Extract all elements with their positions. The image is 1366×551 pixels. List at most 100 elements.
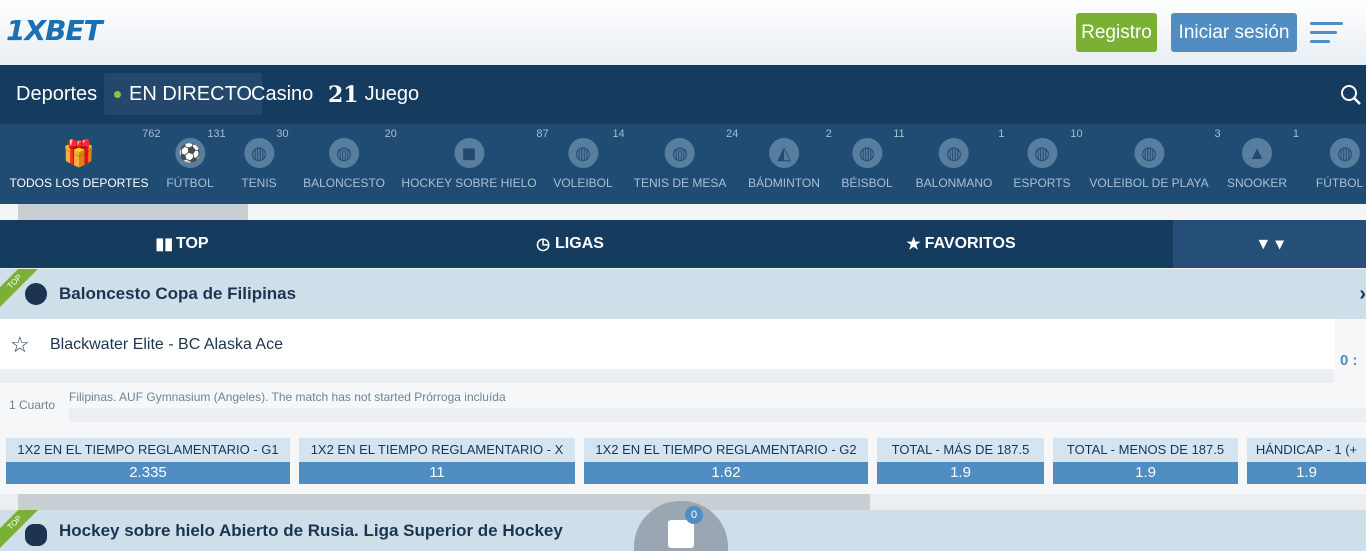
sport-count: 87 — [536, 128, 549, 140]
sport-count: 24 — [726, 128, 739, 140]
odd-label: TOTAL - MÁS DE 187.5 — [877, 438, 1044, 462]
main-nav: Deportes EN DIRECTO Casino 21 Juego — [0, 65, 1366, 124]
sport-icon: ◍ — [329, 138, 359, 168]
sport-icon: ◍ — [1026, 138, 1057, 168]
register-button[interactable]: Registro — [1076, 13, 1157, 52]
sport-item-11[interactable]: 3 ◍ VOLEIBOL DE PLAYA — [1089, 124, 1220, 204]
search-icon[interactable] — [1340, 84, 1362, 106]
sport-label: BÉISBOL — [841, 176, 893, 190]
odd-value: 2.335 — [129, 464, 167, 481]
odd-button[interactable]: 1X2 EN EL TIEMPO REGLAMENTARIO - X 11 — [299, 438, 575, 484]
sport-icon: ◍ — [851, 138, 882, 168]
sport-label: FÚTBOL S — [1315, 176, 1366, 190]
sport-item-13[interactable]: ◍ FÚTBOL S — [1316, 124, 1366, 204]
match-period: 1 Cuarto — [9, 398, 56, 412]
odd-value: 11 — [429, 464, 445, 481]
sport-count: 20 — [384, 128, 397, 140]
sport-item-3[interactable]: 20 ◍ BALONCESTO — [303, 124, 397, 204]
sports-scrollbar-thumb[interactable] — [18, 204, 248, 220]
sport-label: BALONCESTO — [303, 176, 385, 190]
hamburger-menu-icon[interactable] — [1310, 22, 1343, 44]
login-button[interactable]: Iniciar sesión — [1171, 13, 1297, 52]
tab-favoritos-label: FAVORITOS — [924, 235, 1016, 252]
sport-label: TENIS DE MESA — [633, 176, 727, 190]
sport-label: HOCKEY SOBRE HIELO — [401, 176, 537, 190]
odd-button[interactable]: 1X2 EN EL TIEMPO REGLAMENTARIO - G1 2.335 — [6, 438, 290, 484]
sport-icon: ◍ — [1329, 138, 1360, 168]
sport-item-10[interactable]: 10 ◍ ESPORTS — [1013, 124, 1082, 204]
bet-slip-icon — [668, 520, 694, 548]
odd-button[interactable]: TOTAL - MÁS DE 187.5 1.9 — [877, 438, 1044, 484]
nav-deportes[interactable]: Deportes — [16, 65, 97, 124]
sport-item-12[interactable]: 1 ▲ SNOOKER — [1226, 124, 1299, 204]
hockey-puck-icon — [25, 524, 47, 546]
sport-count: 131 — [207, 128, 226, 140]
bet-slip-count: 0 — [685, 506, 703, 524]
odd-label: TOTAL - MENOS DE 187.5 — [1053, 438, 1238, 462]
sport-label: FÚTBOL — [166, 176, 214, 190]
sport-count: 11 — [893, 128, 905, 140]
odd-label: 1X2 EN EL TIEMPO REGLAMENTARIO - G2 — [584, 438, 868, 462]
sport-count: 762 — [142, 128, 161, 140]
sport-icon: ◍ — [939, 138, 969, 168]
sport-icon: ◼ — [454, 138, 484, 168]
sport-item-5[interactable]: 14 ◍ VOLEIBOL — [553, 124, 624, 204]
sport-label: ESPORTS — [1013, 176, 1071, 190]
sport-icon: ◭ — [768, 138, 799, 168]
gift-icon: 🎁 — [62, 137, 96, 168]
tab-ligas[interactable]: ◷ LIGAS — [364, 220, 776, 268]
sport-label: VOLEIBOL — [553, 176, 613, 190]
sport-item-1[interactable]: 131 ⚽ FÚTBOL — [166, 124, 225, 204]
sports-strip: 762 🎁 TODOS LOS DEPORTES 131 ⚽ FÚTBOL 30 ◍ TENIS… — [0, 124, 1366, 204]
tabs-bar: ▮▮ TOP ◷ LIGAS ★ FAVORITOS ▼ ▾ — [0, 220, 1366, 268]
odd-value: 1.9 — [1135, 464, 1156, 481]
sport-label: VOLEIBOL DE PLAYA — [1089, 176, 1209, 190]
match-info: Filipinas. AUF Gymnasium (Angeles). The … — [69, 390, 506, 404]
nav-en-directo[interactable]: EN DIRECTO — [104, 73, 262, 115]
sport-icon: ▲ — [1241, 138, 1272, 168]
sport-item-9[interactable]: 1 ◍ BALONMANO — [916, 124, 1005, 204]
tab-top[interactable]: ▮▮ TOP — [0, 220, 364, 268]
sport-count: 1 — [1292, 128, 1300, 140]
odd-value: 1.9 — [1296, 464, 1317, 481]
favorite-star-icon[interactable]: ☆ — [10, 332, 30, 358]
league-name-2: Hockey sobre hielo Abierto de Rusia. Lig… — [59, 520, 563, 540]
match-teams[interactable]: Blackwater Elite - BC Alaska Ace — [50, 336, 283, 354]
bar-chart-icon: ▮▮ — [155, 236, 173, 253]
chevron-right-icon[interactable]: › — [1359, 283, 1366, 306]
odds-scrollbar-thumb[interactable] — [18, 494, 870, 510]
sport-label: BÁDMINTON — [748, 176, 820, 190]
sport-icon: ◍ — [244, 138, 274, 168]
filter-button[interactable]: ▼ ▾ — [1173, 220, 1366, 268]
sport-icon: ⚽ — [175, 138, 205, 168]
odd-button[interactable]: HÁNDICAP - 1 (+ 1.9 — [1247, 438, 1366, 484]
odd-value: 1.62 — [711, 464, 741, 481]
sport-item-2[interactable]: 30 ◍ TENIS — [241, 124, 288, 204]
sport-count: 10 — [1070, 128, 1083, 140]
sport-label: SNOOKER — [1226, 176, 1288, 190]
filter-icon: ▼ ▾ — [1255, 236, 1284, 253]
sport-count: 30 — [276, 128, 289, 140]
sport-item-4[interactable]: 87 ◼ HOCKEY SOBRE HIELO — [401, 124, 548, 204]
sport-item-6[interactable]: 24 ◍ TENIS DE MESA — [633, 124, 739, 204]
tab-favoritos[interactable]: ★ FAVORITOS — [776, 220, 1146, 268]
sport-item-8[interactable]: 11 ◍ BÉISBOL — [841, 124, 904, 204]
match-scrollbar[interactable] — [0, 369, 1334, 383]
odd-button[interactable]: 1X2 EN EL TIEMPO REGLAMENTARIO - G2 1.62 — [584, 438, 868, 484]
nav-casino[interactable]: Casino — [251, 65, 313, 124]
nav-en-directo-label: EN DIRECTO — [129, 82, 252, 105]
stopwatch-icon: ◷ — [536, 236, 551, 253]
sport-label: TENIS — [241, 176, 277, 190]
odd-value: 1.9 — [950, 464, 971, 481]
info-scrollbar[interactable] — [69, 408, 1366, 422]
brand-logo[interactable]: 1XBET — [6, 14, 103, 47]
nav-juego-label: Juego — [364, 83, 420, 105]
nav-juego[interactable]: 21 Juego — [328, 65, 419, 124]
sport-item-0[interactable]: 762 🎁 TODOS LOS DEPORTES — [10, 124, 161, 204]
sport-item-7[interactable]: 2 ◭ BÁDMINTON — [748, 124, 832, 204]
odd-button[interactable]: TOTAL - MENOS DE 187.5 1.9 — [1053, 438, 1238, 484]
odd-label: HÁNDICAP - 1 (+ — [1247, 438, 1366, 462]
sport-icon: ◍ — [1133, 138, 1164, 168]
league-header[interactable]: TOP Baloncesto Copa de Filipinas › — [0, 269, 1366, 319]
sport-count: 3 — [1214, 128, 1221, 140]
